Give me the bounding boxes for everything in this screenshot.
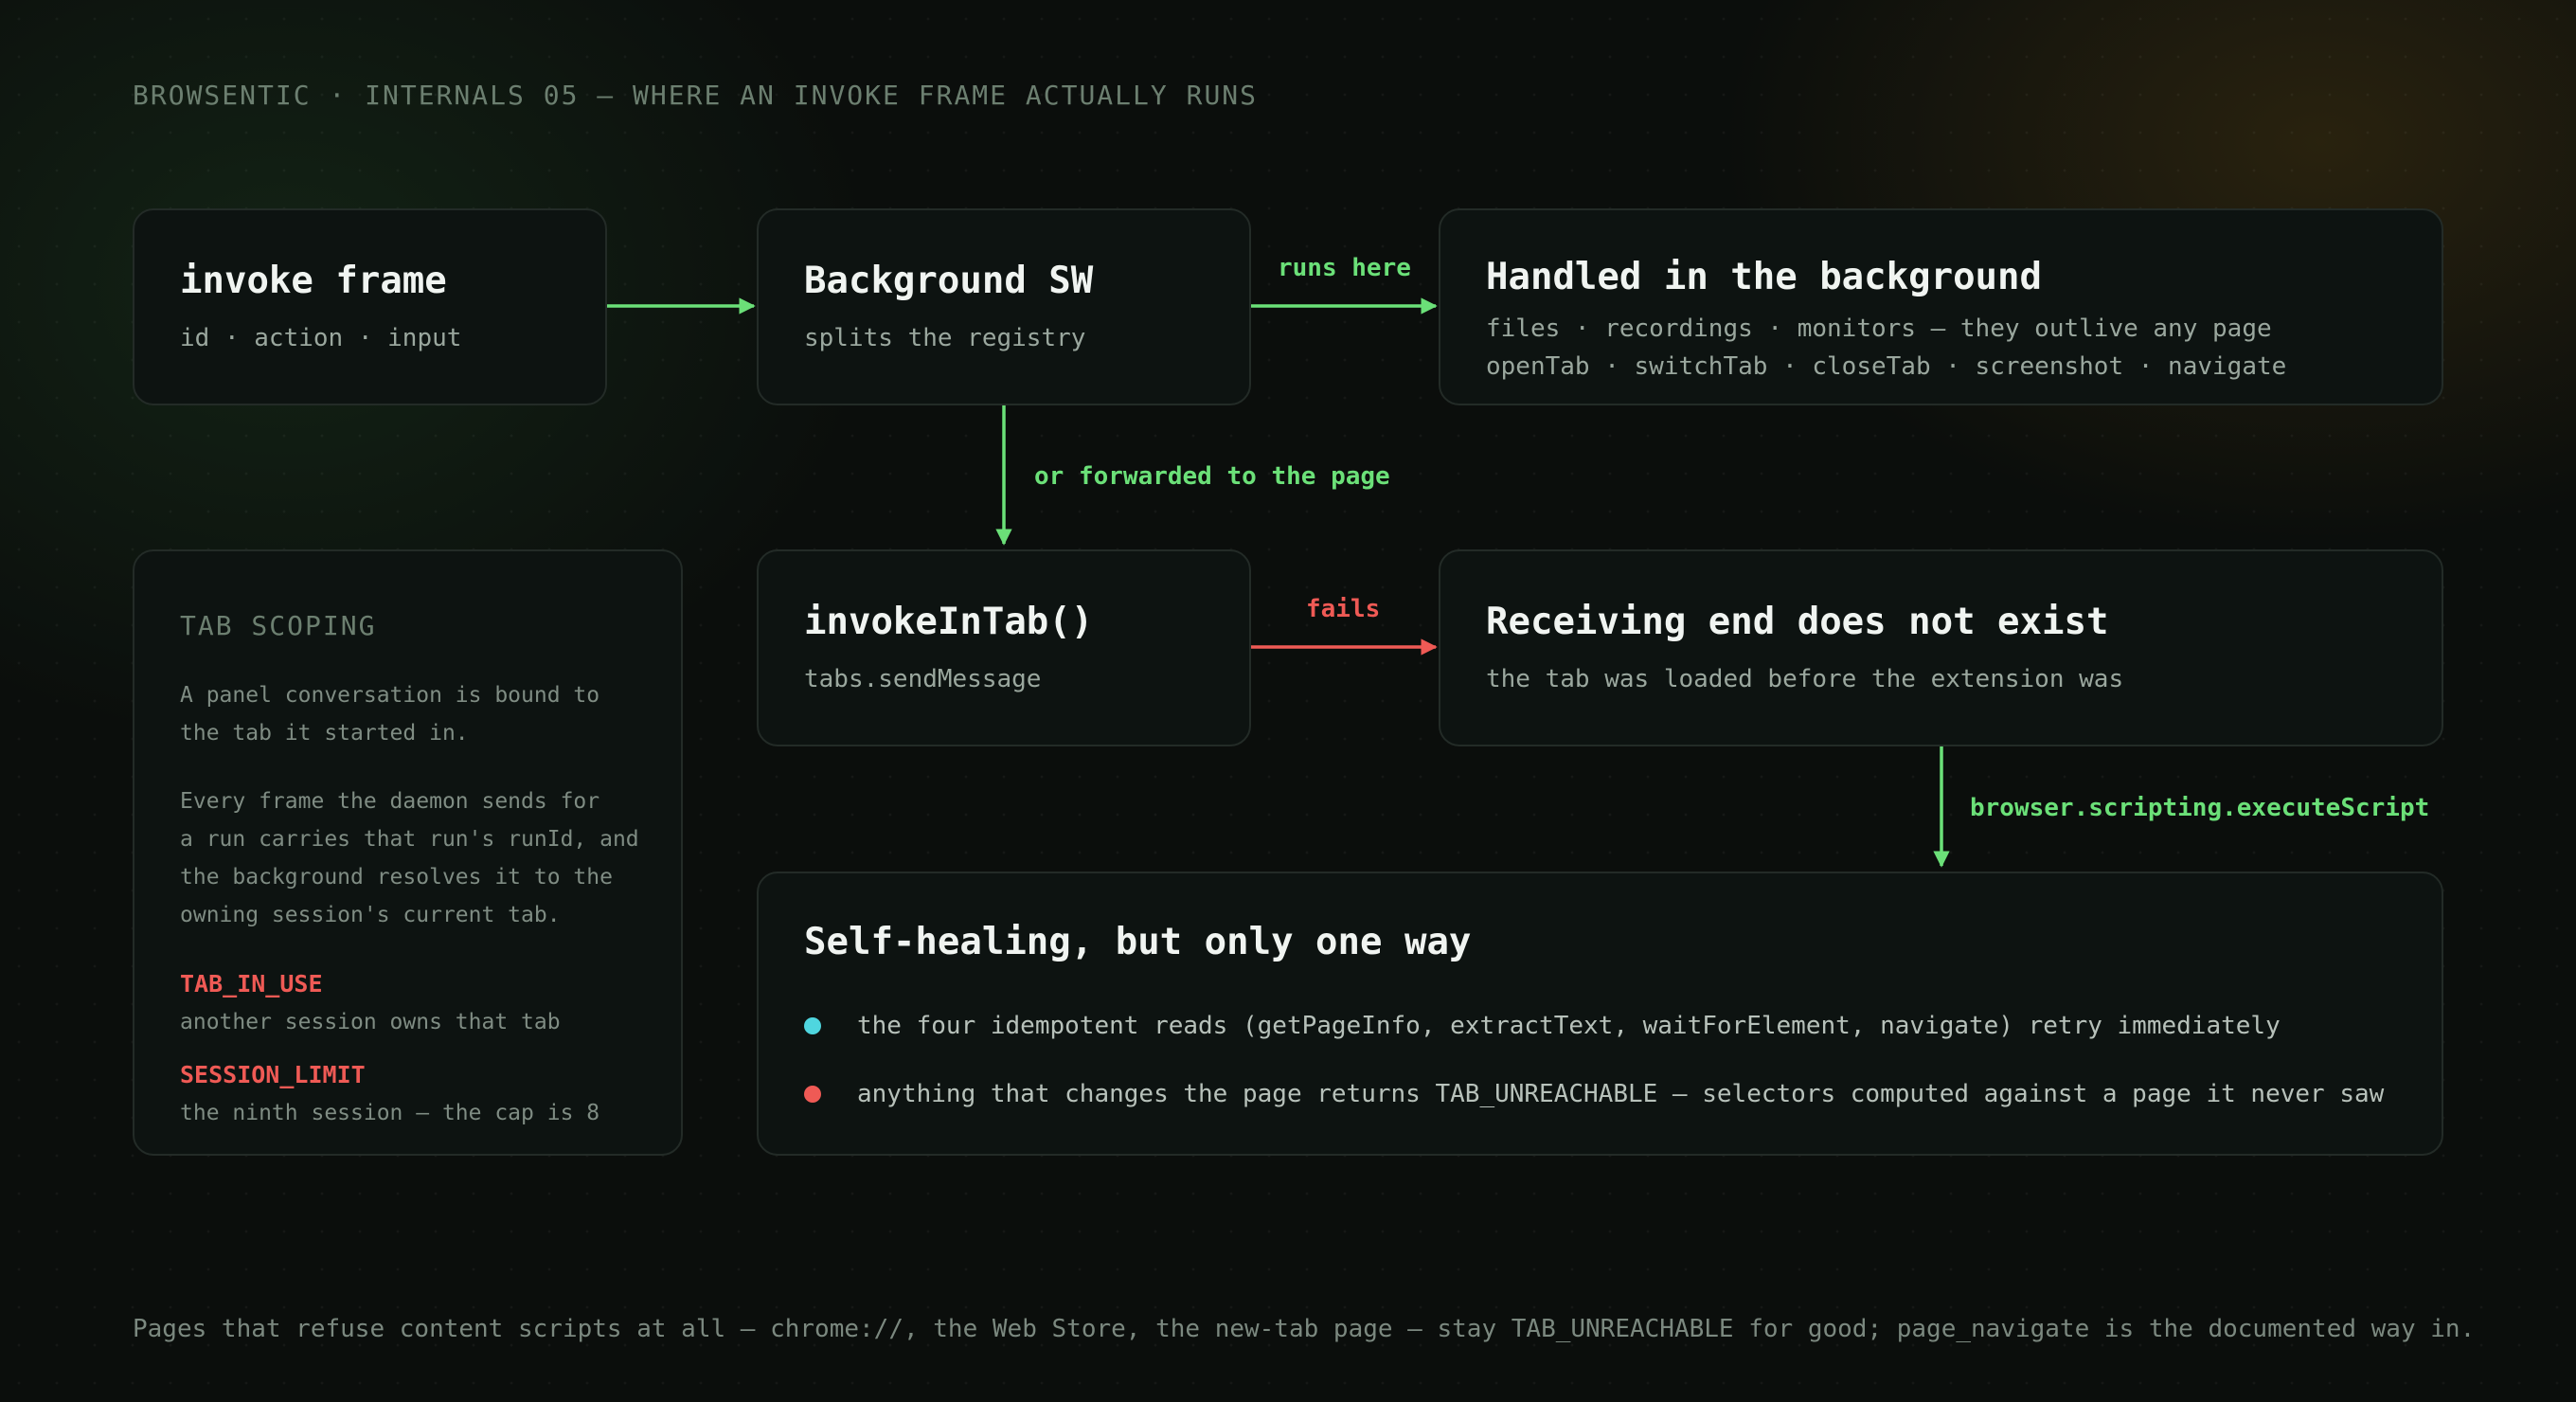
node-line-1: files · recordings · monitors — they out… (1486, 315, 2272, 343)
node-subtitle: id · action · input (180, 324, 462, 352)
tab-scoping-title: TAB SCOPING (180, 610, 377, 641)
edge-label-execute-script: browser.scripting.executeScript (1970, 794, 2430, 822)
node-title: invoke frame (180, 260, 447, 302)
bullet-text: the four idempotent reads (getPageInfo, … (857, 1012, 2281, 1040)
node-receiving-end: Receiving end does not exist the tab was… (1439, 549, 2443, 746)
error-code-tab-in-use: TAB_IN_USE (180, 970, 323, 998)
error-description: the ninth session — the cap is 8 (180, 1101, 600, 1125)
node-subtitle: the tab was loaded before the extension … (1486, 665, 2124, 693)
node-title: Background SW (804, 260, 1094, 302)
edge-label-forwarded: or forwarded to the page (1034, 462, 1390, 491)
tab-scoping-paragraph-1: A panel conversation is bound to the tab… (180, 683, 600, 746)
node-title: Self-healing, but only one way (804, 921, 1472, 963)
edge-label-runs-here: runs here (1278, 254, 1411, 282)
node-handled-background: Handled in the background files · record… (1439, 208, 2443, 405)
edge-label-fails: fails (1306, 595, 1381, 623)
node-title: Handled in the background (1486, 256, 2042, 298)
node-subtitle: splits the registry (804, 324, 1086, 352)
bullet-dot-icon (804, 1086, 821, 1103)
bullet-item: anything that changes the page returns T… (804, 1080, 2384, 1108)
tab-scoping-panel: TAB SCOPING A panel conversation is boun… (133, 549, 683, 1156)
bullet-item: the four idempotent reads (getPageInfo, … (804, 1012, 2281, 1040)
tab-scoping-paragraph-2: Every frame the daemon sends for a run c… (180, 789, 639, 927)
node-subtitle: tabs.sendMessage (804, 665, 1042, 693)
node-background-sw: Background SW splits the registry (757, 208, 1251, 405)
bullet-dot-icon (804, 1017, 821, 1034)
node-title: invokeInTab() (804, 601, 1094, 643)
node-invoke-frame: invoke frame id · action · input (133, 208, 607, 405)
error-description: another session owns that tab (180, 1010, 561, 1034)
node-invoke-in-tab: invokeInTab() tabs.sendMessage (757, 549, 1251, 746)
error-code-session-limit: SESSION_LIMIT (180, 1061, 366, 1088)
bullet-text: anything that changes the page returns T… (857, 1080, 2385, 1108)
node-line-2: openTab · switchTab · closeTab · screens… (1486, 352, 2287, 381)
node-self-healing: Self-healing, but only one way the four … (757, 872, 2443, 1156)
footer-note: Pages that refuse content scripts at all… (133, 1315, 2476, 1343)
node-title: Receiving end does not exist (1486, 601, 2109, 643)
